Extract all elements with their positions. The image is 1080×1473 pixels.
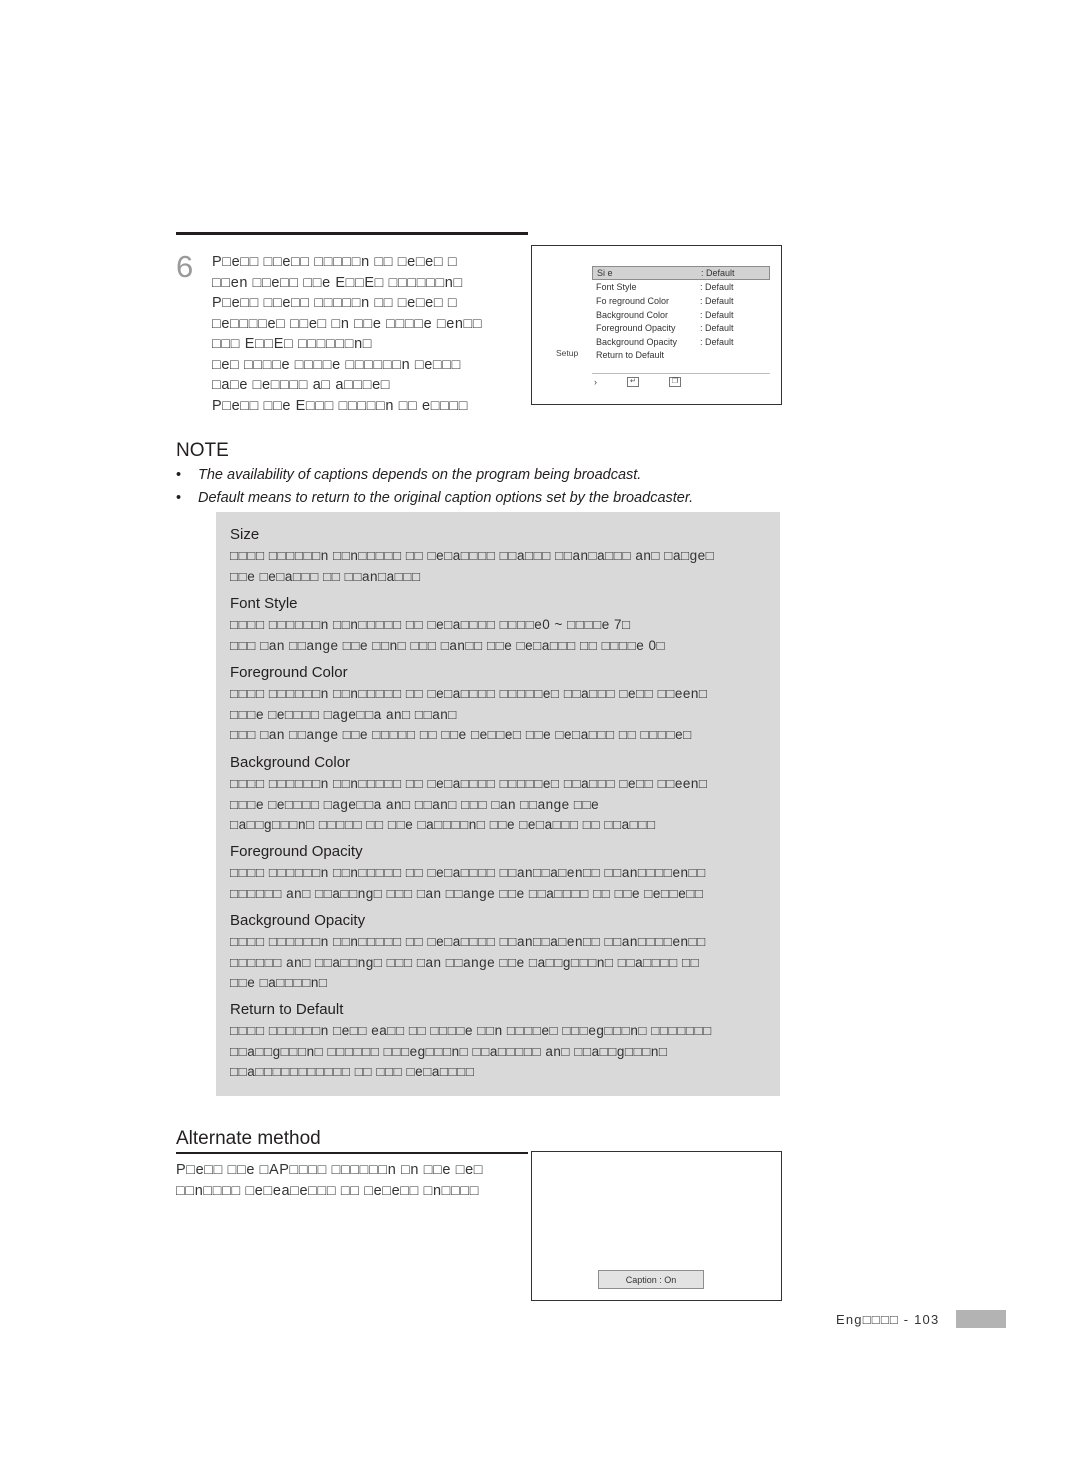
alternate-method-heading: Alternate method — [176, 1128, 321, 1149]
bullet-icon: • — [176, 467, 182, 483]
osd-menu-item-value: : Default — [700, 309, 734, 320]
footer-bar — [956, 1310, 1006, 1328]
osd-menu-item-label: Foreground Opacity — [596, 323, 676, 334]
osd-menu-item-size[interactable]: Si e : Default — [592, 266, 770, 280]
osd-menu-item-label: Si e — [597, 268, 613, 278]
osd-menu-item-return-to-default[interactable]: Return to Default — [592, 349, 770, 363]
osd-menu-item-foreground-color[interactable]: Fo reground Color : Default — [592, 294, 770, 308]
note-heading: NOTE — [176, 440, 229, 461]
osd-menu-item-value: : Default — [700, 295, 734, 306]
note-bullet-line: • The availability of captions depends on… — [176, 467, 641, 483]
option-desc-background-color: □□□□ □□□□□□n □□n□□□□□ □□ □e□a□□□□ □□□□□e… — [230, 776, 708, 833]
option-term-size: Size — [230, 526, 260, 543]
option-desc-foreground-color: □□□□ □□□□□□n □□n□□□□□ □□ □e□a□□□□ □□□□□e… — [230, 686, 708, 743]
option-desc-size: □□□□ □□□□□□n □□n□□□□□ □□ □e□a□□□□ □□a□□□… — [230, 548, 715, 584]
bullet-icon: • — [176, 490, 182, 506]
option-desc-background-opacity: □□□□ □□□□□□n □□n□□□□□ □□ □e□a□□□□ □□an□□… — [230, 934, 706, 991]
osd-menu-item-value: : Default — [700, 323, 734, 334]
osd-menu-item-background-color[interactable]: Background Color : Default — [592, 308, 770, 322]
note-bullet-line: • Default means to return to the original… — [176, 490, 693, 506]
option-term-foreground-opacity: Foreground Opacity — [230, 843, 363, 860]
return-icon: ❐ — [668, 377, 682, 387]
note-text: Default means to return to the original … — [198, 490, 694, 506]
alternate-method-text: P□e□□ □□e □AP□□□□ □□□□□□n □n □□e □e□ □□n… — [176, 1162, 484, 1199]
osd-divider — [592, 373, 770, 374]
osd-footer-hints: › ↵ ❐ — [594, 377, 774, 387]
page-footer: Eng□□□□ - 103 — [836, 1312, 940, 1327]
tv-screen-preview: Caption : On — [531, 1151, 782, 1301]
move-icon: › — [594, 377, 597, 387]
enter-icon: ↵ — [627, 377, 639, 387]
step-number: 6 — [176, 249, 194, 284]
osd-menu-list: Si e : Default Font Style : Default Fo r… — [592, 266, 770, 362]
option-term-foreground-color: Foreground Color — [230, 664, 348, 681]
osd-menu-item-value: : Default — [700, 336, 734, 347]
option-desc-foreground-opacity: □□□□ □□□□□□n □□n□□□□□ □□ □e□a□□□□ □□an□□… — [230, 865, 706, 901]
osd-menu-item-value: : Default — [700, 282, 734, 293]
option-term-return-to-default: Return to Default — [230, 1001, 344, 1018]
osd-menu-item-label: Return to Default — [596, 350, 665, 361]
step-instructions: P□e□□ □□e□□ □□□□□n □□ □e□e□ □ □□en □□e□□… — [212, 254, 483, 414]
osd-menu-item-background-opacity[interactable]: Background Opacity : Default — [592, 335, 770, 349]
option-term-background-opacity: Background Opacity — [230, 912, 366, 929]
option-desc-return-to-default: □□□□ □□□□□□n □e□□ ea□□ □□ □□□□e □□n □□□□… — [230, 1023, 712, 1080]
option-term-background-color: Background Color — [230, 754, 351, 771]
osd-menu-item-font-style[interactable]: Font Style : Default — [592, 281, 770, 295]
osd-menu-item-label: Background Color — [596, 309, 669, 320]
osd-menu-item-label: Font Style — [596, 282, 637, 293]
osd-menu-item-label: Fo reground Color — [596, 295, 670, 306]
osd-menu-item-value: : Default — [701, 268, 735, 278]
caption-status-badge: Caption : On — [598, 1270, 704, 1289]
osd-menu-item-foreground-opacity[interactable]: Foreground Opacity : Default — [592, 321, 770, 335]
step-divider-rule — [176, 232, 528, 235]
osd-menu-item-label: Background Opacity — [596, 336, 678, 347]
option-desc-font-style: □□□□ □□□□□□n □□n□□□□□ □□ □e□a□□□□ □□□□e0… — [230, 617, 666, 653]
osd-setup-menu: Setup Si e : Default Font Style : Defaul… — [531, 245, 782, 405]
osd-setup-label: Setup — [556, 348, 579, 358]
note-text: The availability of captions depends on … — [198, 467, 642, 483]
alternate-method-rule — [176, 1152, 528, 1154]
option-term-font-style: Font Style — [230, 595, 298, 612]
